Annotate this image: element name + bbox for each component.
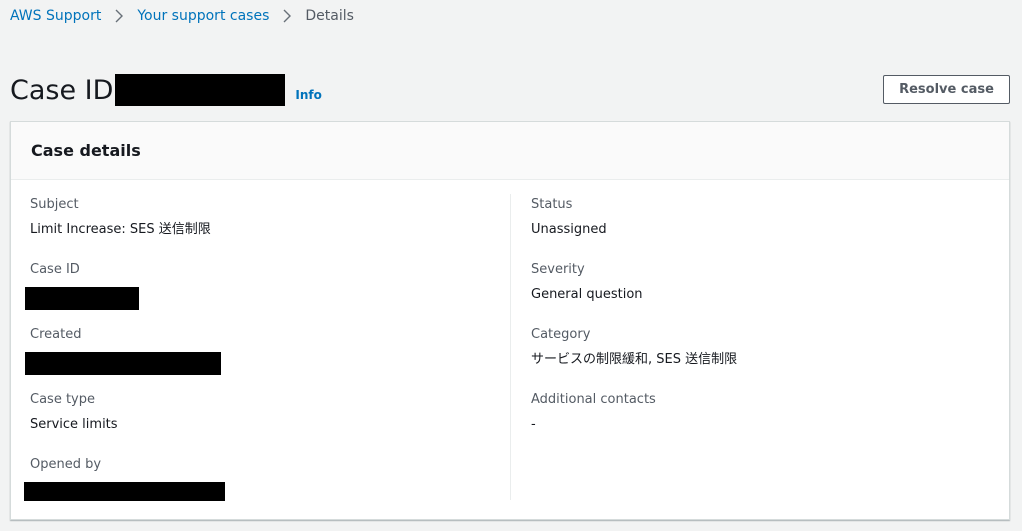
field-label: Case type [30,392,95,407]
field-label: Status [531,197,573,212]
details-left-column: Subject Limit Increase: SES 送信制限 Case ID… [24,196,490,521]
case-details-panel: Case details Subject Limit Increase: SES… [10,121,1010,520]
field-label: Opened by [30,457,102,472]
field-status: Status Unassigned [531,196,991,261]
panel-title: Case details [31,141,141,160]
page-title-text: Case ID [10,74,114,106]
field-label: Category [531,327,591,342]
field-opened-by: Opened by [24,456,490,521]
field-case-id: Case ID [25,261,490,326]
breadcrumb-details: Details [305,8,354,24]
chevron-right-icon [101,6,137,26]
info-link[interactable]: Info [295,88,321,102]
field-category: Category サービスの制限緩和, SES 送信制限 [531,326,991,391]
field-subject: Subject Limit Increase: SES 送信制限 [30,196,490,261]
field-severity: Severity General question [531,261,991,326]
chevron-right-icon [269,6,305,26]
page-title: Case ID Info [10,72,322,108]
panel-header: Case details [11,122,1009,180]
field-label: Severity [531,262,585,277]
field-value: サービスの制限緩和, SES 送信制限 [531,352,738,367]
resolve-case-button[interactable]: Resolve case [883,75,1010,104]
redacted-case-id [25,287,139,310]
field-label: Subject [30,197,79,212]
field-additional-contacts: Additional contacts - [531,391,991,456]
field-label: Case ID [30,262,80,277]
redacted-case-id-title [115,74,286,106]
redacted-opened-by [24,482,225,501]
field-value: Service limits [30,417,118,432]
field-value: - [531,417,536,432]
field-label: Created [30,327,82,342]
field-value: Unassigned [531,222,607,237]
field-case-type: Case type Service limits [30,391,490,456]
field-label: Additional contacts [531,392,656,407]
breadcrumb: AWS Support Your support cases Details [10,6,354,26]
redacted-created [25,352,221,375]
details-right-column: Status Unassigned Severity General quest… [531,196,991,456]
field-value: Limit Increase: SES 送信制限 [30,222,211,237]
field-created: Created [25,326,490,391]
page-header: Case ID Info Resolve case [10,72,1010,108]
column-divider [510,194,511,500]
breadcrumb-your-support-cases[interactable]: Your support cases [137,8,269,24]
breadcrumb-aws-support[interactable]: AWS Support [10,8,101,24]
field-value: General question [531,287,643,302]
